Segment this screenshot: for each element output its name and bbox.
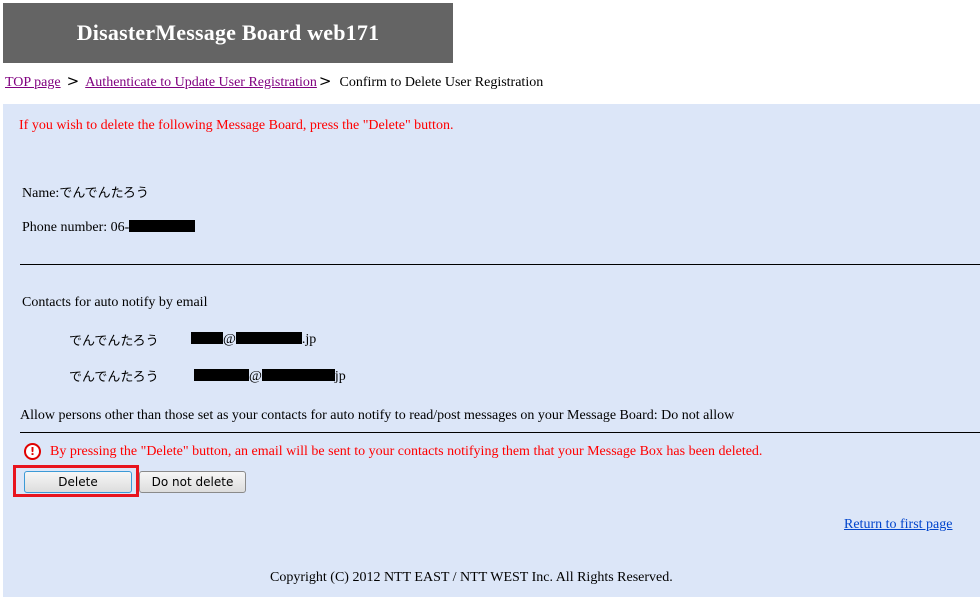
contact-email: @ .jp — [191, 332, 316, 348]
redacted-block — [191, 332, 223, 344]
instruction-text: If you wish to delete the following Mess… — [19, 118, 454, 133]
phone-value: 06- — [110, 220, 130, 235]
breadcrumb-separator: > — [66, 72, 80, 90]
site-header: DisasterMessage Board web171 — [3, 3, 453, 63]
at-sign: @ — [249, 369, 262, 384]
redacted-block — [261, 369, 335, 381]
redacted-block — [235, 332, 302, 344]
redacted-block — [194, 369, 249, 381]
exclamation-circle-icon: ! — [24, 443, 41, 460]
breadcrumb-separator: > — [318, 72, 332, 90]
copyright: Copyright (C) 2012 NTT EAST / NTT WEST I… — [270, 570, 673, 585]
content-panel: If you wish to delete the following Mess… — [3, 104, 980, 597]
contact-name: でんでんたろう — [69, 370, 159, 385]
name-label: Name: — [22, 186, 60, 201]
contact-name: でんでんたろう — [69, 334, 159, 349]
divider — [20, 432, 980, 433]
email-suffix: jp — [334, 369, 346, 384]
divider — [20, 264, 980, 265]
redacted-block — [129, 220, 196, 232]
breadcrumb-top-page[interactable]: TOP page — [5, 75, 61, 90]
breadcrumb-authenticate[interactable]: Authenticate to Update User Registration — [85, 75, 317, 90]
allow-others-setting: Allow persons other than those set as yo… — [20, 408, 735, 423]
return-to-first-page-link[interactable]: Return to first page — [844, 517, 952, 533]
contact-item: でんでんたろう — [69, 330, 159, 350]
contacts-heading: Contacts for auto notify by email — [22, 295, 208, 310]
breadcrumb: TOP page > Authenticate to Update User Reg… — [5, 72, 543, 91]
site-title: DisasterMessage Board web171 — [76, 20, 380, 45]
at-sign: @ — [223, 332, 236, 347]
breadcrumb-current: Confirm to Delete User Registration — [339, 75, 544, 90]
email-suffix: .jp — [301, 332, 317, 347]
phone-row: Phone number: 06- — [22, 220, 196, 236]
contact-item: でんでんたろう — [69, 366, 159, 386]
name-value: でんでんたろう — [59, 186, 149, 201]
delete-button[interactable]: Delete — [24, 471, 132, 493]
do-not-delete-button[interactable]: Do not delete — [139, 471, 246, 493]
contact-email: @ jp — [194, 369, 346, 385]
warning-text: By pressing the "Delete" button, an emai… — [50, 444, 763, 459]
name-row: Name:でんでんたろう — [22, 182, 149, 202]
phone-label: Phone number: — [22, 220, 108, 235]
